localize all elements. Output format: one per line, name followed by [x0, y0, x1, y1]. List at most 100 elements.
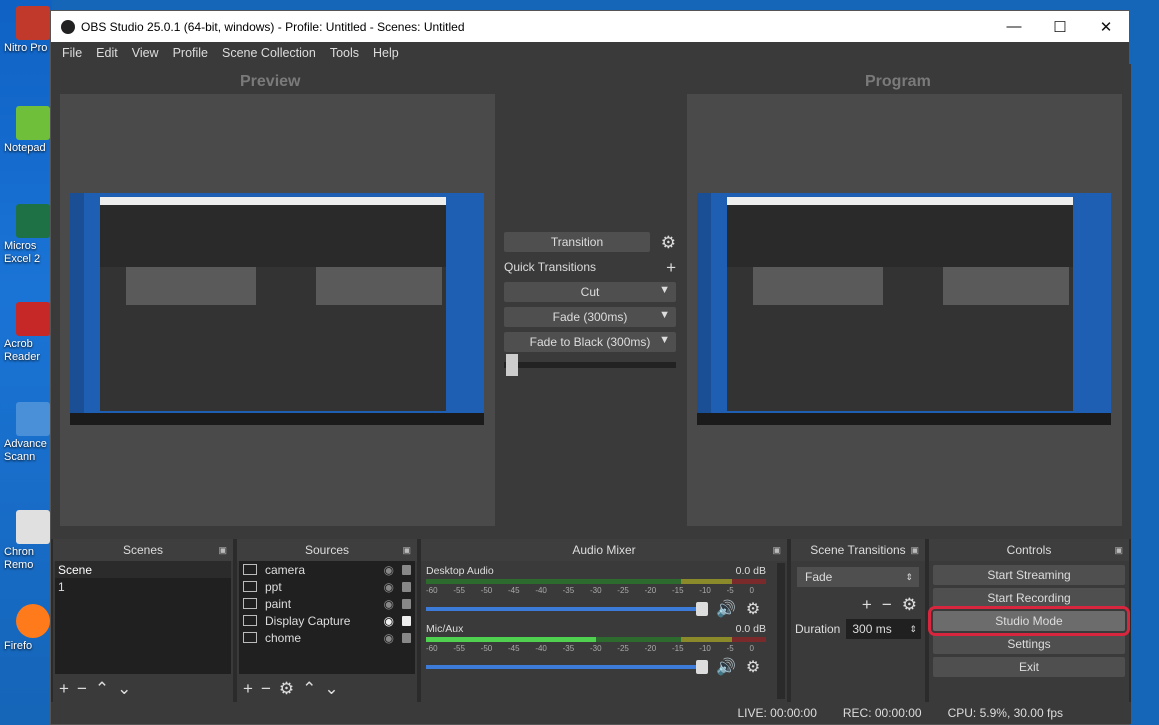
scene-item[interactable]: Scene [55, 561, 231, 578]
obs-logo-icon [61, 19, 75, 34]
menu-help[interactable]: Help [366, 46, 406, 60]
visibility-icon[interactable]: ◉ [384, 614, 394, 628]
scenes-dock: Scenes ▣ Scene 1 + − ⌃ ⌄ [53, 539, 233, 704]
source-item[interactable]: Display Capture ◉ [239, 612, 415, 629]
source-item[interactable]: ppt ◉ [239, 578, 415, 595]
live-timer: LIVE: 00:00:00 [737, 706, 817, 720]
chevron-down-icon: ▼ [659, 334, 670, 346]
t-bar-handle[interactable] [506, 354, 518, 376]
controls-title: Controls [1006, 543, 1052, 557]
menu-tools[interactable]: Tools [323, 46, 366, 60]
undock-icon[interactable]: ▣ [218, 545, 227, 556]
add-quick-transition-icon[interactable]: + [666, 259, 676, 276]
menu-file[interactable]: File [55, 46, 89, 60]
program-title: Program [865, 73, 931, 90]
desktop-icon-notepad[interactable]: Notepad [4, 106, 52, 155]
source-properties-gear-icon[interactable]: ⚙ [279, 679, 294, 699]
menu-bar: File Edit View Profile Scene Collection … [51, 42, 1129, 64]
visibility-icon[interactable]: ◉ [384, 580, 394, 594]
volume-slider[interactable] [426, 660, 708, 674]
speaker-icon[interactable]: 🔊 [716, 599, 736, 619]
remove-scene-icon[interactable]: − [77, 679, 87, 699]
studio-mode-button[interactable]: Studio Mode [928, 606, 1130, 636]
chevron-down-icon: ▼ [659, 309, 670, 321]
exit-button[interactable]: Exit [933, 657, 1125, 677]
transition-button[interactable]: Transition [504, 232, 650, 252]
lock-icon[interactable] [402, 581, 411, 592]
rec-timer: REC: 00:00:00 [842, 706, 922, 720]
source-item[interactable]: paint ◉ [239, 595, 415, 612]
volume-handle[interactable] [696, 660, 708, 674]
visibility-icon[interactable]: ◉ [384, 597, 394, 611]
remove-source-icon[interactable]: − [261, 679, 271, 699]
dock-area: Scenes ▣ Scene 1 + − ⌃ ⌄ Sources ▣ camera ◉… [51, 539, 1131, 704]
scene-item[interactable]: 1 [55, 578, 231, 595]
program-canvas[interactable] [687, 94, 1122, 526]
quick-transition-fade[interactable]: Fade (300ms) ▼ [504, 307, 676, 327]
visibility-icon[interactable]: ◉ [384, 563, 394, 577]
move-down-icon[interactable]: ⌄ [117, 679, 131, 699]
firefox-icon [16, 604, 50, 638]
lock-icon[interactable] [402, 632, 411, 643]
undock-icon[interactable]: ▣ [402, 545, 411, 556]
lock-icon[interactable] [402, 564, 411, 575]
transition-properties-gear-icon[interactable]: ⚙ [902, 595, 917, 615]
mic-aux-channel: Mic/Aux 0.0 dB -60 -55 -50 -45 -40 -35 -30 -25 -2… [426, 623, 766, 677]
desktop-icon-firefox[interactable]: Firefo [4, 604, 52, 653]
menu-profile[interactable]: Profile [166, 46, 215, 60]
camera-icon [243, 564, 257, 575]
quick-transition-fade-to-black[interactable]: Fade to Black (300ms) ▼ [504, 332, 676, 352]
visibility-icon[interactable]: ◉ [384, 631, 394, 645]
lock-icon[interactable] [402, 615, 411, 626]
t-bar-slider[interactable] [504, 354, 676, 376]
source-item[interactable]: chome ◉ [239, 629, 415, 646]
settings-button[interactable]: Settings [933, 634, 1125, 654]
quick-transitions-label: Quick Transitions [504, 260, 597, 274]
undock-icon[interactable]: ▣ [1114, 545, 1123, 556]
window-icon [243, 632, 257, 643]
close-button[interactable]: ✕ [1083, 11, 1129, 42]
remove-transition-icon[interactable]: − [882, 595, 892, 615]
scene-transitions-dock: Scene Transitions ▣ Fade ⇕ + − ⚙ Duration… [791, 539, 925, 704]
mixer-scrollbar[interactable] [777, 563, 785, 699]
move-down-icon[interactable]: ⌄ [324, 679, 338, 699]
desktop-icon-nitro[interactable]: Nitro Pro [4, 6, 52, 55]
lock-icon[interactable] [402, 598, 411, 609]
preview-canvas[interactable] [60, 94, 495, 526]
channel-gear-icon[interactable]: ⚙ [746, 599, 760, 619]
transition-gear-icon[interactable]: ⚙ [661, 234, 676, 251]
move-up-icon[interactable]: ⌃ [95, 679, 109, 699]
undock-icon[interactable]: ▣ [772, 545, 781, 556]
menu-view[interactable]: View [125, 46, 166, 60]
quick-transition-cut[interactable]: Cut ▼ [504, 282, 676, 302]
title-bar[interactable]: OBS Studio 25.0.1 (64-bit, windows) - Pr… [51, 11, 1129, 42]
transition-select[interactable]: Fade ⇕ [797, 567, 919, 587]
desktop-icon-excel[interactable]: Micros Excel 2 [4, 204, 52, 266]
channel-gear-icon[interactable]: ⚙ [746, 657, 760, 677]
maximize-button[interactable]: ☐ [1037, 11, 1083, 42]
channel-name: Desktop Audio [426, 565, 494, 577]
channel-db: 0.0 dB [735, 623, 766, 635]
add-scene-icon[interactable]: + [59, 679, 69, 699]
obs-window: OBS Studio 25.0.1 (64-bit, windows) - Pr… [50, 10, 1131, 725]
desktop-icon-scanner[interactable]: Advance Scann [4, 402, 52, 464]
add-source-icon[interactable]: + [243, 679, 253, 699]
level-meter [426, 637, 766, 642]
add-transition-icon[interactable]: + [862, 595, 872, 615]
move-up-icon[interactable]: ⌃ [302, 679, 316, 699]
volume-handle[interactable] [696, 602, 708, 616]
desktop-icon-acrobat[interactable]: Acrob Reader [4, 302, 52, 364]
spin-arrows-icon[interactable]: ⇕ [909, 624, 917, 635]
menu-edit[interactable]: Edit [89, 46, 125, 60]
start-recording-button[interactable]: Start Recording [933, 588, 1125, 608]
desktop-icon-chrome[interactable]: Chron Remo [4, 510, 52, 572]
duration-input[interactable]: 300 ms ⇕ [846, 619, 921, 639]
undock-icon[interactable]: ▣ [910, 545, 919, 556]
minimize-button[interactable]: — [991, 11, 1037, 42]
menu-scene-collection[interactable]: Scene Collection [215, 46, 323, 60]
volume-slider[interactable] [426, 602, 708, 616]
source-item[interactable]: camera ◉ [239, 561, 415, 578]
start-streaming-button[interactable]: Start Streaming [933, 565, 1125, 585]
acrobat-icon [16, 302, 50, 336]
speaker-icon[interactable]: 🔊 [716, 657, 736, 677]
